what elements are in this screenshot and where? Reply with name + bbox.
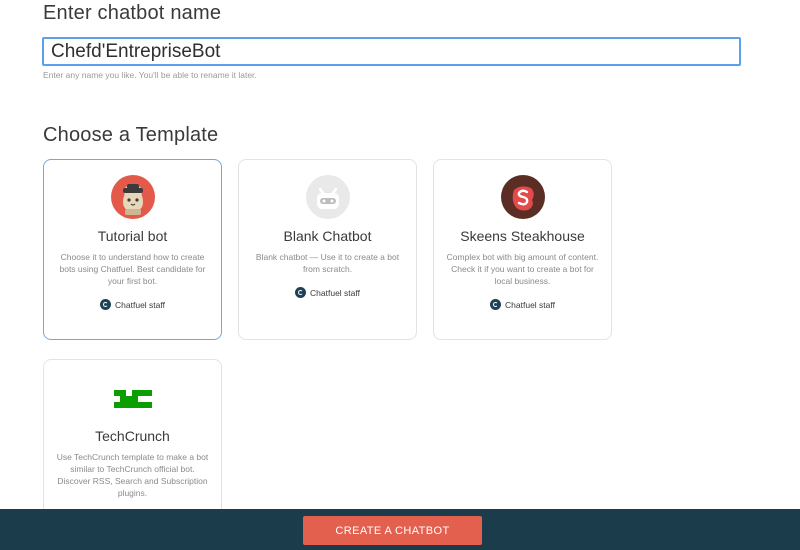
template-description: Choose it to understand how to create bo… [59, 252, 206, 286]
techcrunch-logo-icon [111, 375, 155, 419]
steak-icon [500, 175, 545, 219]
robot-icon [305, 175, 350, 219]
template-author-name: Chatfuel staff [115, 299, 165, 310]
template-title: TechCrunch [95, 428, 170, 444]
footer-bar: CREATE A CHATBOT [0, 509, 800, 550]
template-author: Chatfuel staff [44, 299, 221, 310]
template-title: Blank Chatbot [283, 228, 372, 244]
chatbot-name-heading: Enter chatbot name [43, 2, 222, 24]
template-card-skeens-steakhouse[interactable]: Skeens Steakhouse Complex bot with big a… [433, 159, 612, 340]
template-author: Chatfuel staff [239, 287, 416, 298]
create-bot-page: Enter chatbot name Enter any name you li… [0, 0, 800, 550]
template-title: Skeens Steakhouse [460, 228, 585, 244]
chatbot-name-input[interactable] [42, 37, 741, 66]
chatbot-name-hint: Enter any name you like. You'll be able … [43, 70, 257, 80]
chatfuel-logo-icon [100, 299, 112, 310]
template-description: Use TechCrunch template to make a bot si… [56, 452, 209, 498]
choose-template-heading: Choose a Template [43, 124, 219, 146]
create-chatbot-button[interactable]: CREATE A CHATBOT [303, 516, 482, 545]
template-title: Tutorial bot [97, 228, 168, 244]
chatfuel-logo-icon [295, 287, 307, 298]
template-author-name: Chatfuel staff [505, 299, 555, 310]
cat-avatar-icon [110, 175, 155, 219]
template-description: Blank chatbot — Use it to create a bot f… [255, 252, 400, 274]
template-author-name: Chatfuel staff [310, 287, 360, 298]
template-card-blank-chatbot[interactable]: Blank Chatbot Blank chatbot — Use it to … [238, 159, 417, 340]
template-author: Chatfuel staff [434, 299, 611, 310]
template-card-tutorial-bot[interactable]: Tutorial bot Choose it to understand how… [43, 159, 222, 340]
chatfuel-logo-icon [490, 299, 502, 310]
template-description: Complex bot with big amount of content. … [446, 252, 599, 286]
